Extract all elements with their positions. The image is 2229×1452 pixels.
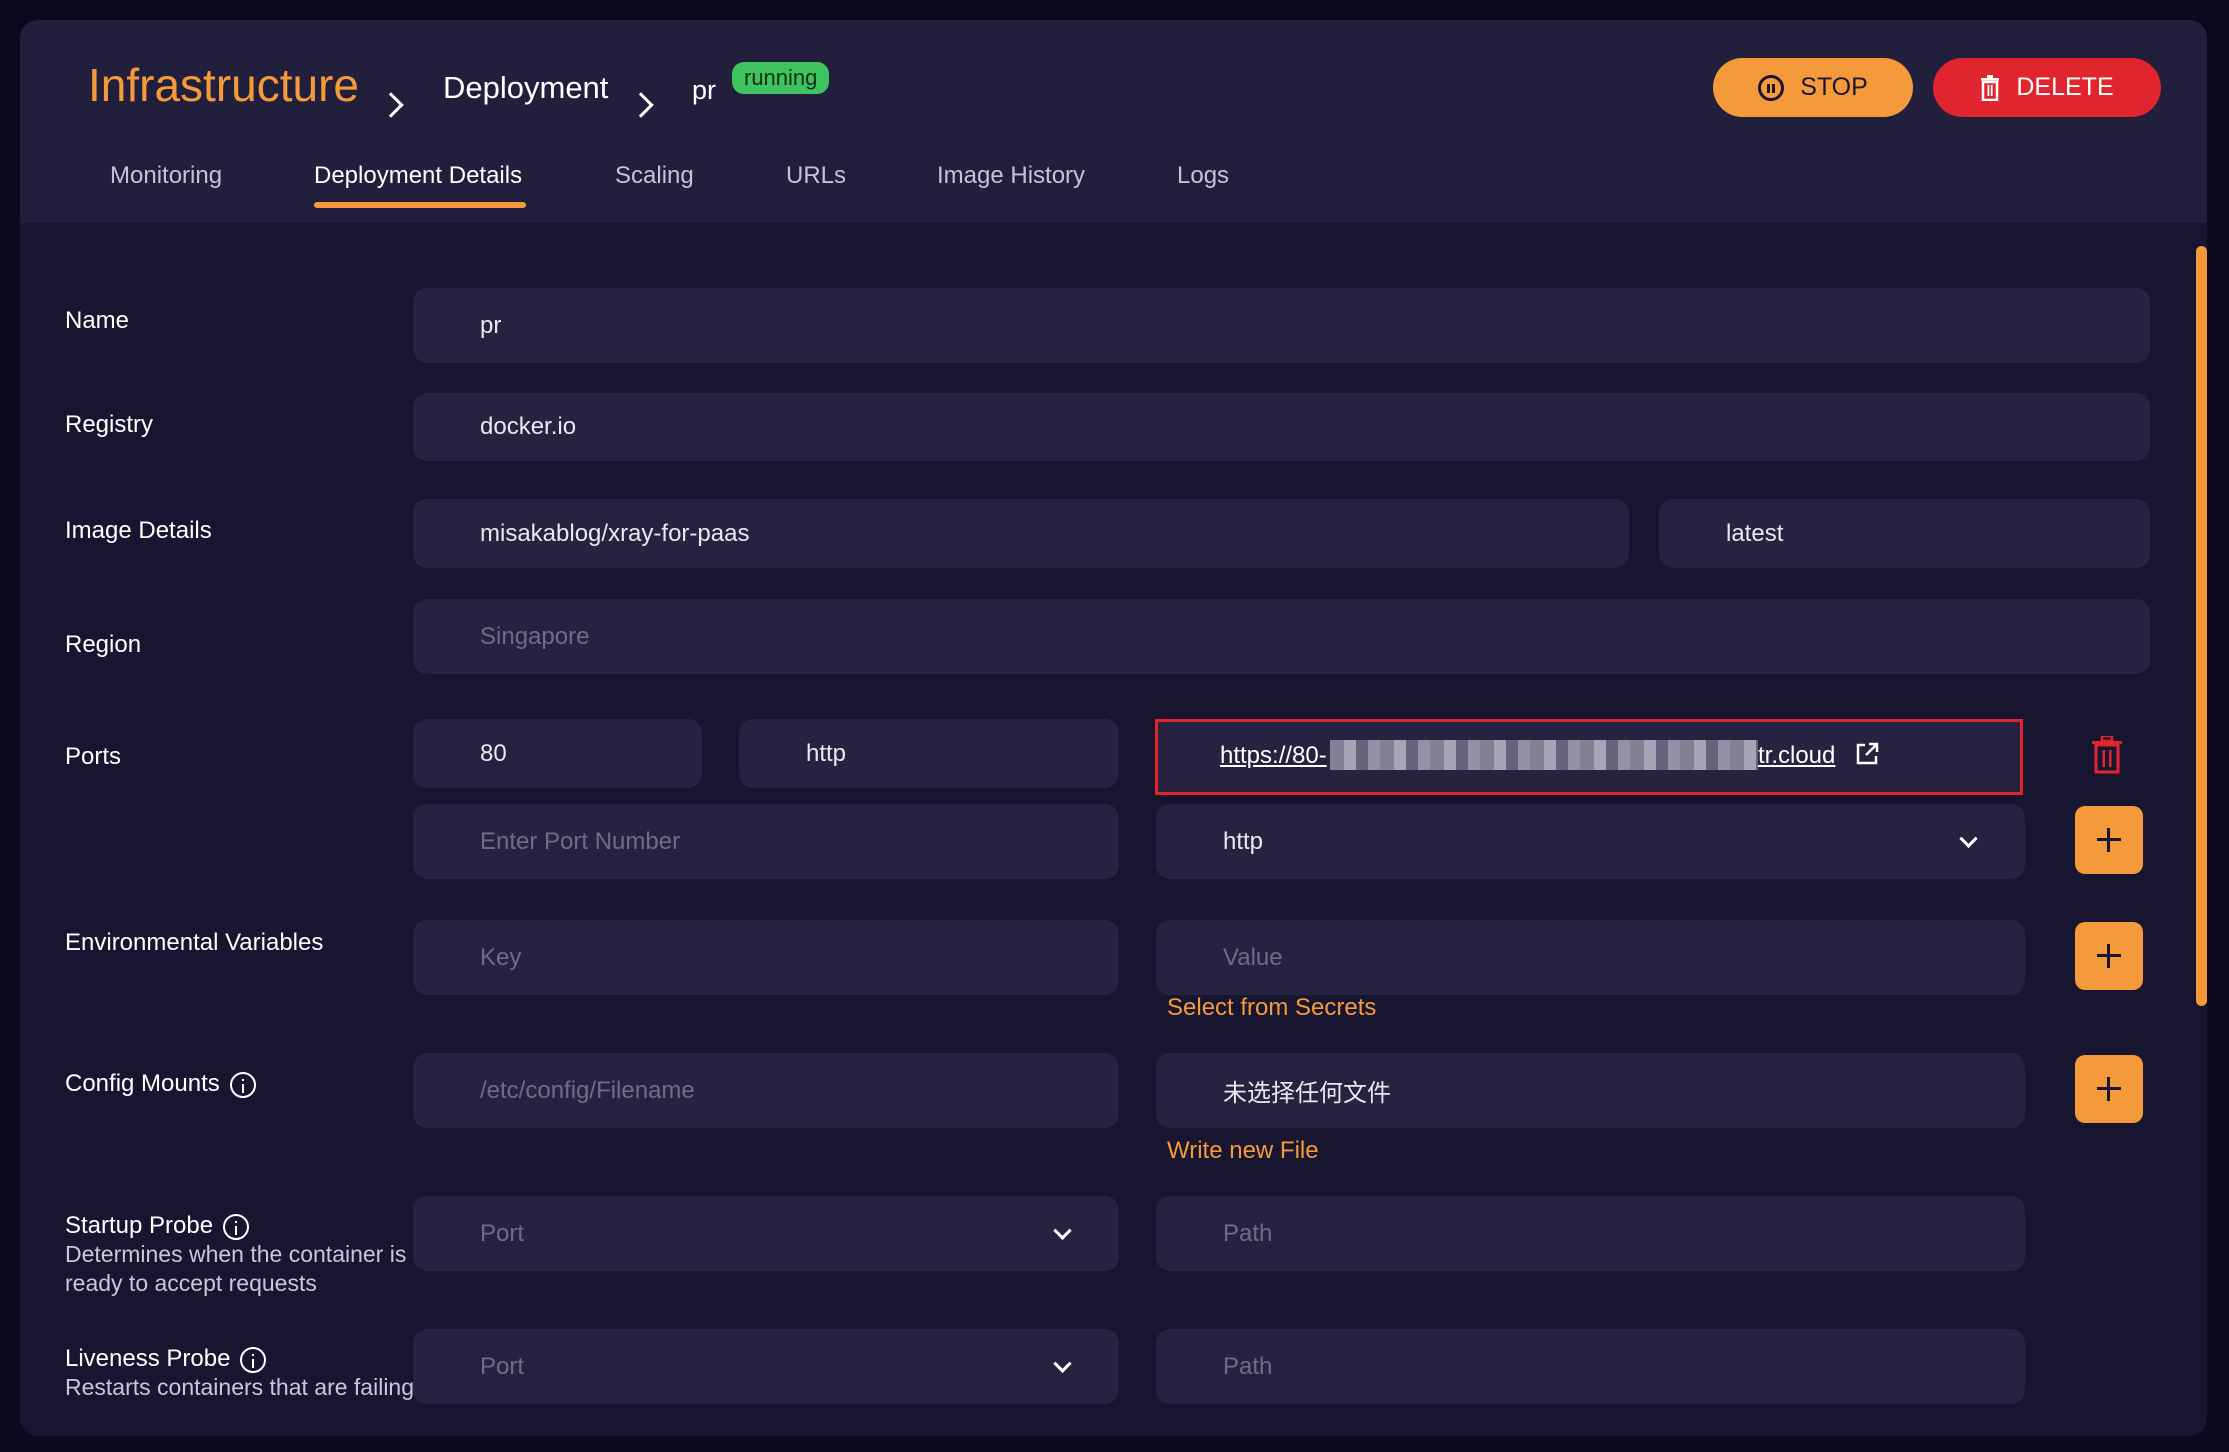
new-port-input[interactable]: Enter Port Number: [413, 804, 1119, 879]
breadcrumb-chevron-icon: [628, 92, 654, 118]
tab-image-history[interactable]: Image History: [937, 162, 1085, 190]
breadcrumb-chevron-icon: [378, 92, 404, 118]
add-env-var-button[interactable]: [2075, 922, 2143, 990]
pause-circle-icon: [1758, 74, 1785, 101]
image-repository-input[interactable]: misakablog/xray-for-paas: [413, 499, 1629, 568]
liveness-probe-label: Liveness Probe: [65, 1345, 231, 1372]
region-label: Region: [65, 631, 142, 658]
tab-bar: Monitoring Deployment Details Scaling UR…: [20, 148, 2207, 208]
breadcrumb-current: pr: [692, 75, 717, 105]
port-number-input[interactable]: 80: [413, 719, 702, 788]
tab-scaling[interactable]: Scaling: [615, 162, 694, 190]
env-vars-label: Environmental Variables: [65, 929, 324, 956]
config-file-picker[interactable]: 未选择任何文件: [1156, 1053, 2025, 1128]
config-mounts-label: Config Mounts: [65, 1070, 220, 1097]
startup-probe-path-input[interactable]: Path: [1156, 1196, 2025, 1271]
startup-probe-label: Startup Probe: [65, 1212, 214, 1239]
breadcrumb-infrastructure[interactable]: Infrastructure: [88, 58, 359, 112]
info-icon[interactable]: [223, 1213, 250, 1240]
startup-probe-port-select[interactable]: Port: [413, 1196, 1119, 1271]
startup-probe-heading: Startup Probe: [65, 1212, 250, 1240]
breadcrumb-deployment[interactable]: Deployment: [443, 70, 608, 106]
port-url-box: https://80- tr.cloud: [1155, 719, 2023, 795]
chevron-down-icon: [1053, 1221, 1072, 1240]
delete-button[interactable]: DELETE: [1933, 58, 2161, 117]
stop-button[interactable]: STOP: [1713, 58, 1913, 117]
delete-label: DELETE: [2016, 73, 2114, 101]
delete-port-trash-icon[interactable]: [2090, 736, 2124, 774]
image-tag-input[interactable]: latest: [1659, 499, 2150, 568]
region-input[interactable]: Singapore: [413, 599, 2150, 674]
tab-logs[interactable]: Logs: [1177, 162, 1229, 190]
registry-label: Registry: [65, 411, 154, 438]
deployment-form: Name pr Registry docker.io Image Details…: [20, 223, 2207, 1436]
status-badge: running: [732, 62, 830, 94]
image-details-label: Image Details: [65, 517, 212, 544]
config-path-input[interactable]: /etc/config/Filename: [413, 1053, 1119, 1128]
startup-port-placeholder: Port: [480, 1219, 525, 1247]
protocol-select-value: http: [1223, 827, 1264, 855]
name-input[interactable]: pr: [413, 288, 2150, 363]
chevron-down-icon: [1959, 829, 1978, 848]
port-url-link[interactable]: https://80-: [1220, 742, 1327, 770]
env-key-input[interactable]: Key: [413, 920, 1119, 995]
add-port-button[interactable]: [2075, 806, 2143, 874]
info-icon[interactable]: [240, 1346, 267, 1373]
new-port-protocol-select[interactable]: http: [1156, 804, 2025, 879]
liveness-probe-port-select[interactable]: Port: [413, 1329, 1119, 1404]
env-value-input[interactable]: Value: [1156, 920, 2025, 995]
chevron-down-icon: [1053, 1354, 1072, 1373]
page-header: Infrastructure Deployment pr running STO…: [20, 20, 2207, 223]
port-url-suffix[interactable]: tr.cloud: [1758, 742, 1835, 770]
vertical-scrollbar[interactable]: [2196, 246, 2207, 1006]
ports-label: Ports: [65, 743, 122, 770]
liveness-probe-description: Restarts containers that are failing: [65, 1374, 415, 1400]
trash-icon: [1981, 74, 2000, 101]
stop-label: STOP: [1800, 73, 1868, 101]
tab-deployment-details[interactable]: Deployment Details: [314, 162, 522, 190]
active-tab-indicator: [314, 202, 526, 208]
tab-urls[interactable]: URLs: [786, 162, 846, 190]
config-mounts-heading: Config Mounts: [65, 1070, 256, 1098]
liveness-probe-path-input[interactable]: Path: [1156, 1329, 2025, 1404]
tab-monitoring[interactable]: Monitoring: [110, 162, 222, 190]
info-icon[interactable]: [229, 1071, 256, 1098]
port-protocol-input[interactable]: http: [739, 719, 1119, 788]
liveness-probe-heading: Liveness Probe: [65, 1345, 267, 1373]
url-redacted-region: [1330, 740, 1758, 770]
registry-input[interactable]: docker.io: [413, 393, 2150, 461]
add-config-mount-button[interactable]: [2075, 1055, 2143, 1123]
name-label: Name: [65, 307, 130, 334]
startup-probe-description: Determines when the container is ready t…: [65, 1241, 407, 1296]
deployment-window: Infrastructure Deployment pr running STO…: [20, 20, 2207, 1436]
write-new-file-link[interactable]: Write new File: [1167, 1137, 1319, 1165]
select-from-secrets-link[interactable]: Select from Secrets: [1167, 994, 1376, 1022]
external-link-icon[interactable]: [1854, 741, 1880, 767]
liveness-port-placeholder: Port: [480, 1352, 525, 1380]
